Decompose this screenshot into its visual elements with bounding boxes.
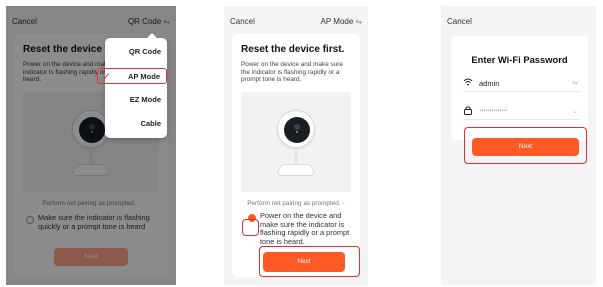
menu-item-qr-code[interactable]: QR Code xyxy=(105,44,167,60)
pairing-link[interactable]: Perform net pairing as prompted. › xyxy=(232,200,360,207)
wifi-password-field[interactable]: ·············· ⌄ xyxy=(463,104,580,120)
wifi-icon xyxy=(463,78,473,86)
camera-led xyxy=(296,131,298,133)
menu-item-cable[interactable]: Cable xyxy=(105,116,167,132)
screen-ap-mode-reset: Cancel AP Mode ⇋ Reset the device first. … xyxy=(224,6,368,285)
page-title: Enter Wi-Fi Password xyxy=(471,54,568,65)
menu-item-ez-mode[interactable]: EZ Mode xyxy=(105,92,167,108)
cancel-button[interactable]: Cancel xyxy=(230,17,255,26)
toggle-visibility-icon[interactable]: ⌄ xyxy=(572,107,578,115)
swap-icon: ⇋ xyxy=(355,17,362,26)
confirm-text: Power on the device and make sure the in… xyxy=(260,211,350,246)
cancel-button[interactable]: Cancel xyxy=(447,17,472,26)
confirm-checkbox-row[interactable]: Power on the device and make sure the in… xyxy=(248,211,354,246)
ssid-value: admin xyxy=(479,79,500,88)
camera-neck xyxy=(294,149,298,165)
screen-qr-mode-menu: Cancel QR Code ⇋ Reset the device first. … xyxy=(6,6,176,285)
pairing-text: Perform net pairing as prompted. xyxy=(247,200,341,207)
screen-wifi-password: Cancel Enter Wi-Fi Password admin ⇋ ····… xyxy=(441,6,596,285)
menu-item-ap-mode-label: AP Mode xyxy=(128,72,160,81)
chevron-right-icon: › xyxy=(342,200,345,207)
camera-lens xyxy=(284,117,310,143)
wifi-form-card: Enter Wi-Fi Password admin ⇋ ···········… xyxy=(451,36,588,140)
mode-dropdown-menu: QR Code ✓ AP Mode EZ Mode Cable xyxy=(97,33,167,138)
top-bar: Cancel xyxy=(441,6,596,32)
camera-base xyxy=(278,164,314,176)
switch-network-icon[interactable]: ⇋ xyxy=(572,79,578,87)
instruction-text: Power on the device and make sure the in… xyxy=(241,61,343,84)
password-value: ·············· xyxy=(479,105,507,114)
next-button-highlight xyxy=(259,246,360,277)
lock-icon xyxy=(464,106,472,115)
mode-switch-button[interactable]: AP Mode ⇋ xyxy=(321,17,362,26)
page-title: Reset the device first. xyxy=(241,44,345,55)
camera-head-icon xyxy=(277,110,315,148)
next-button-highlight xyxy=(464,127,587,164)
instruction-card: Reset the device first. Power on the dev… xyxy=(232,34,360,277)
mode-label: AP Mode xyxy=(320,17,354,26)
wifi-ssid-field[interactable]: admin ⇋ xyxy=(463,76,580,92)
checkbox-highlight xyxy=(242,219,259,236)
menu-item-ap-mode[interactable]: ✓ AP Mode xyxy=(97,68,167,84)
top-bar: Cancel AP Mode ⇋ xyxy=(224,6,368,32)
camera-illustration xyxy=(241,92,351,192)
checkmark-icon: ✓ xyxy=(102,71,112,83)
